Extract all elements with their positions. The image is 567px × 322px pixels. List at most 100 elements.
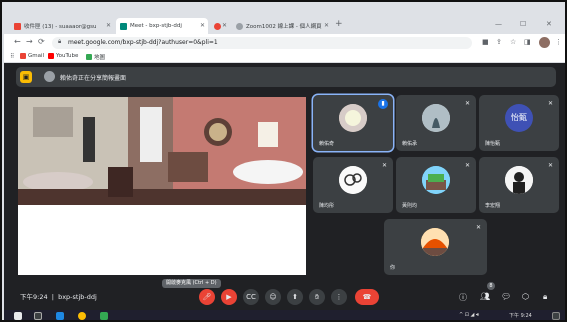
mic-off-icon: ✕ (464, 100, 470, 107)
bookmark-youtube[interactable]: YouTube (48, 53, 78, 59)
apps-icon[interactable]: ⠿ (10, 53, 14, 60)
meeting-info: 下午9:24 | bxp-stjb-ddj (20, 293, 97, 301)
tab-title: Zoom1002 線上課 - 個人網頁 (246, 24, 322, 30)
tab-zoom[interactable]: Zoom1002 線上課 - 個人網頁 ✕ (232, 18, 332, 34)
avatar (339, 166, 367, 194)
notifications-icon[interactable] (552, 312, 560, 320)
participant-tile[interactable]: 怡甄 ✕ 陳怡甄 (479, 95, 559, 151)
windows-start-icon[interactable] (14, 312, 22, 320)
tab-gmail[interactable]: 收件匣 (13) - suaaaor@gsu ✕ (10, 18, 114, 34)
kitchen-image (18, 97, 306, 205)
bookmark-maps[interactable]: 地圖 (86, 53, 105, 61)
clock-time: 下午 9:24 (509, 313, 532, 319)
tab-title: 收件匣 (13) - suaaaor@gsu (24, 24, 97, 30)
participant-name: 賴佑奇 (319, 141, 335, 147)
mic-tooltip: 開啟麥克風 (Ctrl + D) (162, 279, 221, 288)
close-tab-icon[interactable]: ✕ (222, 22, 227, 29)
close-tab-icon[interactable]: ✕ (324, 22, 329, 29)
presenter-banner: ▣ 賴佑奇正在分享簡報畫面 (16, 67, 556, 87)
star-icon[interactable]: ☆ (510, 38, 516, 46)
info-icon[interactable]: ⓘ (459, 292, 467, 303)
raise-hand-button[interactable]: ✋︎ (309, 289, 325, 305)
address-bar[interactable]: 🔒︎ meet.google.com/bxp-stjb-ddj?authuser… (52, 37, 472, 49)
gmail-icon (20, 53, 26, 59)
participant-name: 黃則均 (402, 203, 418, 209)
profile-avatar[interactable] (539, 37, 550, 48)
forward-icon[interactable]: → (26, 37, 33, 46)
mic-off-icon: ✕ (475, 224, 481, 231)
mic-off-icon: ✕ (547, 162, 553, 169)
avatar (422, 104, 450, 132)
presenter-avatar (44, 71, 55, 82)
participant-name: 陳怡甄 (485, 141, 501, 147)
avatar: 怡甄 (505, 104, 533, 132)
meet-icon (120, 22, 127, 30)
system-tray[interactable]: ^ ⊡ ◢ 🔊︎ (459, 312, 479, 318)
bookmark-label: YouTube (56, 53, 79, 59)
participant-tile[interactable]: ✕ 陳均彤 (313, 157, 393, 213)
participant-name: 李宏翔 (485, 203, 501, 209)
mic-off-icon: ✕ (381, 162, 387, 169)
minimize-icon[interactable]: — (495, 20, 502, 28)
bookmark-label: 地圖 (94, 55, 106, 61)
taskbar: ^ ⊡ ◢ 🔊︎ 下午 9:24 (4, 310, 565, 320)
participant-tile-self[interactable]: ✕ 你 (384, 219, 487, 275)
bookmarks-bar: ⠿ Gmail YouTube 地圖 (4, 52, 565, 63)
participant-tile[interactable]: ✕ 賴佑承 (396, 95, 476, 151)
tab-title: Meet - bxp-stjb-ddj (130, 23, 182, 29)
new-tab-button[interactable]: + (335, 19, 343, 29)
chrome-icon[interactable] (78, 312, 86, 320)
maps-icon (86, 54, 92, 60)
host-controls-icon[interactable]: 🔒︎ (543, 292, 547, 302)
speaking-icon: ▮ (378, 99, 388, 109)
leave-call-button[interactable]: ☎︎ (355, 289, 379, 305)
avatar-image (339, 104, 367, 132)
close-window-icon[interactable]: ✕ (546, 20, 552, 28)
lock-icon: 🔒︎ (58, 38, 62, 45)
camera-indicator-icon[interactable]: ■ (482, 38, 489, 46)
meet-stage: ▣ 賴佑奇正在分享簡報畫面 ▮ 賴佑奇 ✕ 賴佑承 怡甄 ✕ 陳怡甄 ✕ 陳均彤… (4, 63, 565, 310)
presenter-text: 賴佑奇正在分享簡報畫面 (60, 75, 127, 82)
chat-icon[interactable]: 💬︎ (501, 292, 511, 301)
menu-icon[interactable]: ⋮ (555, 38, 562, 46)
close-tab-icon[interactable]: ✕ (200, 22, 205, 29)
mic-off-icon: ✕ (464, 162, 470, 169)
gmail-icon (14, 22, 21, 30)
youtube-icon (48, 53, 54, 59)
edge-icon[interactable] (56, 312, 64, 320)
close-tab-icon[interactable]: ✕ (106, 22, 111, 29)
bookmark-gmail[interactable]: Gmail (20, 53, 44, 59)
control-bar: 下午9:24 | bxp-stjb-ddj 開啟麥克風 (Ctrl + D) 🎤… (4, 279, 565, 310)
maximize-icon[interactable]: ☐ (520, 20, 526, 28)
people-icon[interactable]: 👥︎ (480, 292, 490, 301)
tab-meet[interactable]: Meet - bxp-stjb-ddj ✕ (116, 18, 208, 34)
more-options-button[interactable]: ⋮ (331, 289, 347, 305)
mic-toggle-button[interactable]: 🎤︎ (199, 289, 215, 305)
shared-screen (18, 97, 306, 275)
line-icon[interactable] (100, 312, 108, 320)
bookmark-label: Gmail (28, 53, 45, 59)
media-icon[interactable]: ◨ (524, 38, 531, 46)
present-button[interactable]: ⬆ (287, 289, 303, 305)
camera-toggle-button[interactable]: ▶ (221, 289, 237, 305)
participant-count-badge: 8 (487, 282, 495, 290)
avatar-image (421, 228, 449, 256)
activities-icon[interactable]: ⬡ (522, 292, 529, 301)
participant-tile[interactable]: ▮ 賴佑奇 (313, 95, 393, 151)
avatar-image (422, 104, 450, 132)
avatar (505, 166, 533, 194)
tab-recording[interactable]: ✕ (210, 18, 230, 34)
emoji-button[interactable]: ☺ (265, 289, 281, 305)
url-text: meet.google.com/bxp-stjb-ddj?authuser=0&… (68, 39, 218, 46)
kitchen-photo (18, 97, 306, 205)
participant-tile[interactable]: ✕ 李宏翔 (479, 157, 559, 213)
clock[interactable]: 下午 9:24 (509, 312, 532, 319)
reload-icon[interactable]: ⟳ (38, 37, 45, 46)
captions-button[interactable]: CC (243, 289, 259, 305)
participant-tile[interactable]: ✕ 黃則均 (396, 157, 476, 213)
screen: 收件匣 (13) - suaaaor@gsu ✕ Meet - bxp-stjb… (0, 0, 567, 322)
search-icon[interactable] (34, 312, 42, 320)
back-icon[interactable]: ← (14, 37, 21, 46)
avatar (422, 166, 450, 194)
share-icon[interactable]: ⇪ (496, 38, 502, 46)
